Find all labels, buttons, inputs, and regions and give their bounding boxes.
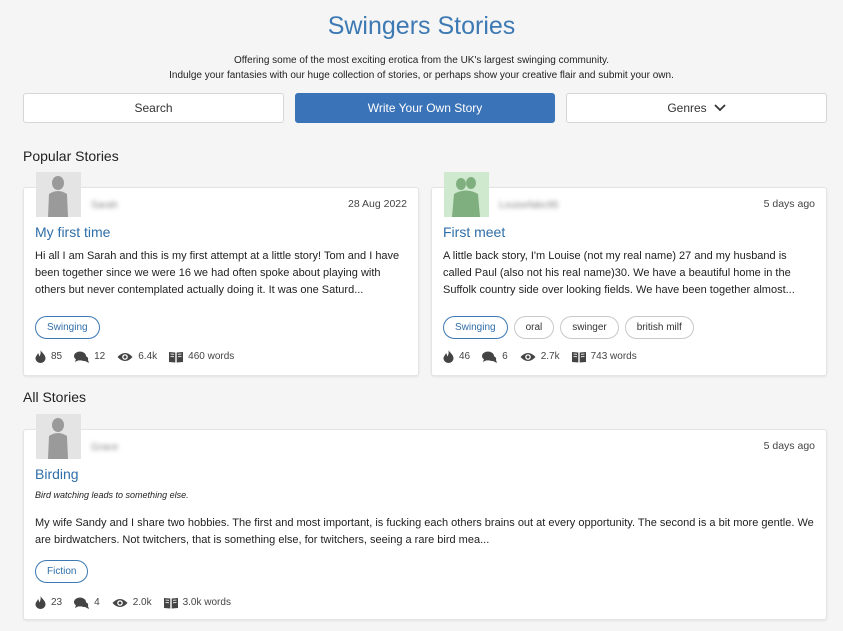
popular-stories-heading: Popular Stories — [23, 148, 119, 164]
book-icon — [163, 597, 178, 608]
avatar[interactable] — [36, 414, 81, 459]
author-name[interactable]: Louisefabc95 — [499, 200, 559, 211]
avatar[interactable] — [444, 172, 489, 217]
tag-list: Fiction — [35, 560, 89, 583]
story-stats: 23 4 2.0k 3.0k words — [35, 596, 243, 609]
book-icon — [169, 351, 184, 362]
story-title[interactable]: Birding — [35, 466, 79, 482]
page-title: Swingers Stories — [327, 12, 516, 40]
comments-stat: 6 — [482, 351, 508, 363]
tag-oral[interactable]: oral — [513, 316, 555, 339]
comments-count: 12 — [94, 351, 106, 362]
story-excerpt: My wife Sandy and I share two hobbies. T… — [35, 517, 814, 546]
story-date: 28 Aug 2022 — [348, 198, 407, 210]
words-stat: 3.0k words — [163, 597, 231, 609]
story-card[interactable]: Sarah 28 Aug 2022 My first time Hi all I… — [23, 172, 419, 376]
story-excerpt: A little back story, I'm Louise (not my … — [443, 250, 795, 296]
comments-count: 6 — [502, 351, 508, 362]
story-date: 5 days ago — [763, 198, 815, 210]
eye-icon — [117, 352, 133, 361]
word-count: 743 words — [590, 351, 637, 362]
fire-icon — [35, 596, 46, 609]
eye-icon — [520, 352, 536, 361]
comments-icon — [482, 351, 498, 363]
genres-dropdown[interactable]: Genres — [566, 93, 827, 123]
intro-line-2: Indulge your fantasies with our huge col… — [169, 70, 674, 81]
views-count: 6.4k — [138, 351, 158, 362]
story-date: 5 days ago — [763, 440, 815, 452]
hearts-stat: 46 — [443, 350, 470, 363]
genres-dropdown-label: Genres — [667, 101, 707, 115]
author-name[interactable]: Sarah — [91, 200, 118, 211]
tag-fiction[interactable]: Fiction — [35, 560, 89, 583]
eye-icon — [112, 598, 128, 607]
fire-icon — [35, 350, 46, 363]
search-button-label: Search — [134, 101, 173, 115]
intro-line-1: Offering some of the most exciting eroti… — [233, 55, 610, 66]
search-button[interactable]: Search — [23, 93, 284, 123]
story-subtitle: Bird watching leads to something else. — [35, 490, 189, 500]
fire-icon — [443, 350, 454, 363]
views-count: 2.0k — [132, 597, 152, 608]
story-title[interactable]: My first time — [35, 224, 110, 240]
all-stories-heading: All Stories — [23, 389, 87, 405]
tag-swinging[interactable]: Swinging — [35, 316, 100, 339]
tag-swinging[interactable]: Swinging — [443, 316, 508, 339]
tag-list: Swinging — [35, 316, 100, 339]
hearts-count: 23 — [51, 597, 63, 608]
chevron-down-icon — [714, 101, 726, 115]
tag-list: Swinging oral swinger british milf — [443, 316, 694, 339]
avatar[interactable] — [36, 172, 81, 217]
write-story-button-label: Write Your Own Story — [367, 101, 483, 115]
author-name[interactable]: Grace — [91, 442, 118, 453]
book-icon — [571, 351, 586, 362]
hearts-stat: 23 — [35, 596, 62, 609]
story-excerpt: Hi all I am Sarah and this is my first a… — [35, 250, 400, 296]
views-count: 2.7k — [540, 351, 560, 362]
comments-icon — [74, 351, 90, 363]
word-count: 3.0k words — [182, 597, 231, 608]
story-card[interactable]: Louisefabc95 5 days ago First meet A lit… — [431, 172, 827, 376]
story-title[interactable]: First meet — [443, 224, 505, 240]
hearts-stat: 85 — [35, 350, 62, 363]
comments-icon — [74, 597, 90, 609]
intro-text: Offering some of the most exciting eroti… — [0, 53, 843, 83]
word-count: 460 words — [188, 351, 235, 362]
tag-swinger[interactable]: swinger — [560, 316, 619, 339]
story-stats: 85 12 6.4k 460 words — [35, 350, 246, 363]
views-stat: 6.4k — [117, 351, 157, 362]
tag-british-milf[interactable]: british milf — [624, 316, 694, 339]
words-stat: 460 words — [169, 351, 234, 363]
words-stat: 743 words — [571, 351, 637, 363]
write-story-button[interactable]: Write Your Own Story — [295, 93, 555, 123]
story-stats: 46 6 2.7k 743 words — [443, 350, 649, 363]
comments-stat: 12 — [74, 351, 105, 363]
views-stat: 2.7k — [520, 351, 560, 362]
comments-count: 4 — [94, 597, 100, 608]
hearts-count: 85 — [51, 351, 63, 362]
hearts-count: 46 — [459, 351, 471, 362]
views-stat: 2.0k — [112, 597, 152, 608]
comments-stat: 4 — [74, 597, 100, 609]
story-card[interactable]: Grace 5 days ago Birding Bird watching l… — [23, 414, 827, 620]
